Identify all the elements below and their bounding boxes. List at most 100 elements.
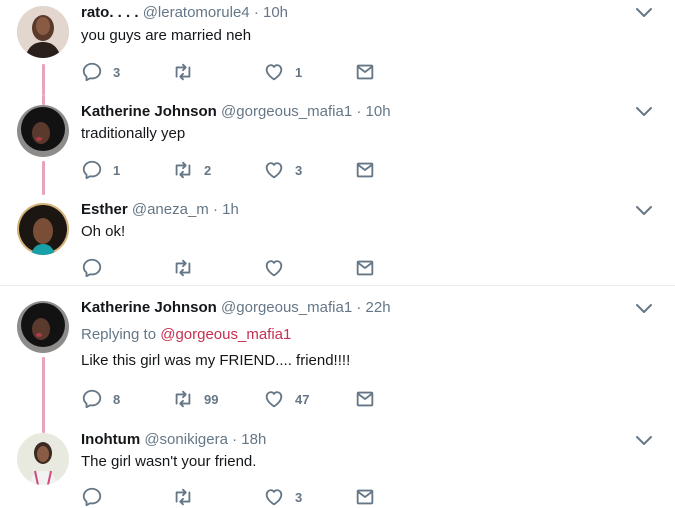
tweet[interactable]: rato. . . . @leratomorule4 · 10h you guy… <box>0 0 675 95</box>
timestamp[interactable]: · 1h <box>213 201 239 218</box>
mail-icon <box>354 486 376 508</box>
retweet-button[interactable]: 99 <box>172 388 218 410</box>
like-button[interactable]: 1 <box>263 61 302 83</box>
tweet-header: Katherine Johnson @gorgeous_mafia1 · 10h <box>81 103 391 120</box>
tweet-header: Katherine Johnson @gorgeous_mafia1 · 22h <box>81 299 391 316</box>
display-name[interactable]: Katherine Johnson <box>81 299 217 316</box>
replying-to-handle[interactable]: @gorgeous_mafia1 <box>160 326 291 343</box>
mail-icon <box>354 61 376 83</box>
replying-to-prefix: Replying to <box>81 326 157 343</box>
heart-icon <box>263 388 285 410</box>
avatar[interactable] <box>17 203 69 255</box>
chevron-down-icon[interactable] <box>634 434 654 448</box>
avatar[interactable] <box>17 105 69 157</box>
reply-button[interactable]: 3 <box>81 61 120 83</box>
reply-count: 8 <box>113 391 121 407</box>
tweet-header: rato. . . . @leratomorule4 · 10h <box>81 4 288 21</box>
display-name[interactable]: Katherine Johnson <box>81 103 217 120</box>
tweet-text: Like this girl was my FRIEND.... friend!… <box>81 352 351 369</box>
like-count: 1 <box>295 64 303 80</box>
mail-icon <box>354 159 376 181</box>
chevron-down-icon[interactable] <box>634 105 654 119</box>
tweet[interactable]: Inohtum @sonikigera · 18h The girl wasn'… <box>0 423 675 503</box>
tweet-actions: 1 2 3 <box>81 159 401 181</box>
conversation-divider <box>0 285 675 286</box>
mail-icon <box>354 257 376 279</box>
timestamp[interactable]: · 10h <box>356 103 390 120</box>
timestamp[interactable]: · 10h <box>254 4 288 21</box>
like-button[interactable]: 3 <box>263 486 302 508</box>
thread-line <box>42 357 45 425</box>
like-button[interactable]: 47 <box>263 388 309 410</box>
reply-icon <box>81 159 103 181</box>
retweet-button[interactable] <box>172 486 204 508</box>
like-button[interactable]: 3 <box>263 159 302 181</box>
reply-button[interactable] <box>81 486 113 508</box>
replying-to: Replying to @gorgeous_mafia1 <box>81 326 291 343</box>
avatar[interactable] <box>17 6 69 58</box>
tweet-text: The girl wasn't your friend. <box>81 453 257 470</box>
retweet-button[interactable]: 2 <box>172 159 211 181</box>
chevron-down-icon[interactable] <box>634 204 654 218</box>
reply-button[interactable]: 8 <box>81 388 120 410</box>
display-name[interactable]: Esther <box>81 201 128 218</box>
user-handle[interactable]: @sonikigera <box>144 431 228 448</box>
retweet-count: 99 <box>204 391 219 407</box>
like-count: 3 <box>295 489 303 505</box>
direct-message-button[interactable] <box>354 257 376 279</box>
tweet-text: traditionally yep <box>81 125 186 142</box>
retweet-count: 2 <box>204 162 212 178</box>
display-name[interactable]: rato. . . . <box>81 4 139 21</box>
retweet-button[interactable] <box>172 257 204 279</box>
thread-line <box>42 64 45 95</box>
reply-icon <box>81 61 103 83</box>
like-count: 3 <box>295 162 303 178</box>
tweet-actions <box>81 257 401 279</box>
tweet[interactable]: Esther @aneza_m · 1h Oh ok! <box>0 195 675 283</box>
direct-message-button[interactable] <box>354 388 376 410</box>
retweet-icon <box>172 486 194 508</box>
retweet-icon <box>172 159 194 181</box>
user-handle[interactable]: @aneza_m <box>132 201 209 218</box>
user-handle[interactable]: @leratomorule4 <box>143 4 250 21</box>
avatar[interactable] <box>17 433 69 485</box>
mail-icon <box>354 388 376 410</box>
user-handle[interactable]: @gorgeous_mafia1 <box>221 299 352 316</box>
heart-icon <box>263 159 285 181</box>
chevron-down-icon[interactable] <box>634 302 654 316</box>
reply-count: 3 <box>113 64 121 80</box>
reply-button[interactable] <box>81 257 113 279</box>
direct-message-button[interactable] <box>354 486 376 508</box>
retweet-icon <box>172 257 194 279</box>
timestamp[interactable]: · 22h <box>356 299 390 316</box>
direct-message-button[interactable] <box>354 61 376 83</box>
tweet-header: Esther @aneza_m · 1h <box>81 201 239 218</box>
retweet-icon <box>172 388 194 410</box>
direct-message-button[interactable] <box>354 159 376 181</box>
display-name[interactable]: Inohtum <box>81 431 140 448</box>
reply-icon <box>81 257 103 279</box>
heart-icon <box>263 257 285 279</box>
avatar[interactable] <box>17 301 69 353</box>
timestamp[interactable]: · 18h <box>232 431 266 448</box>
like-button[interactable] <box>263 257 295 279</box>
thread-line <box>42 161 45 195</box>
tweet-text: Oh ok! <box>81 223 126 240</box>
heart-icon <box>263 61 285 83</box>
reply-icon <box>81 486 103 508</box>
reply-count: 1 <box>113 162 121 178</box>
tweet-actions: 3 <box>81 486 401 508</box>
retweet-icon <box>172 61 194 83</box>
tweet[interactable]: Katherine Johnson @gorgeous_mafia1 · 10h… <box>0 95 675 195</box>
retweet-button[interactable] <box>172 61 204 83</box>
reply-icon <box>81 388 103 410</box>
like-count: 47 <box>295 391 310 407</box>
tweet-actions: 8 99 47 <box>81 388 401 410</box>
tweet-header: Inohtum @sonikigera · 18h <box>81 431 266 448</box>
thread-line <box>42 423 45 433</box>
tweet[interactable]: Katherine Johnson @gorgeous_mafia1 · 22h… <box>0 293 675 425</box>
chevron-down-icon[interactable] <box>634 6 654 20</box>
reply-button[interactable]: 1 <box>81 159 120 181</box>
user-handle[interactable]: @gorgeous_mafia1 <box>221 103 352 120</box>
thread-line <box>42 95 45 105</box>
